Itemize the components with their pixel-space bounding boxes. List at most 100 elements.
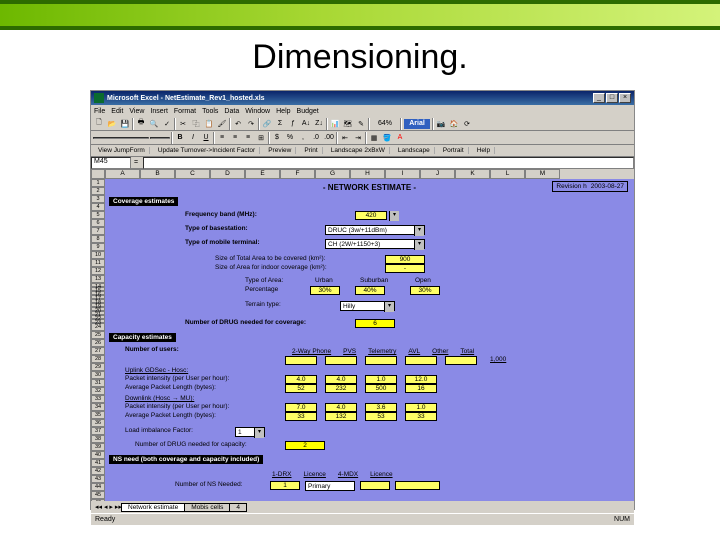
row-8[interactable]: 8 [91,235,105,243]
menu-view[interactable]: View [129,108,144,115]
new-icon[interactable]: 🗋 [93,118,105,130]
worksheet-area[interactable]: - NETWORK ESTIMATE - Revision h2003-08-2… [105,179,634,501]
ct-help[interactable]: Help [473,147,495,154]
row-39[interactable]: 39 [91,443,105,451]
align-right-icon[interactable]: ≡ [242,132,254,144]
row-36[interactable]: 36 [91,419,105,427]
close-button[interactable]: × [619,93,631,103]
dec-decimal-icon[interactable]: .00 [323,132,335,144]
minimize-button[interactable]: _ [593,93,605,103]
font-selector[interactable] [93,137,149,139]
row-44[interactable]: 44 [91,483,105,491]
autosum-icon[interactable]: Σ [274,118,286,130]
ct-land2[interactable]: Landscape 2xBxW [327,147,390,154]
tab-mobis-cells[interactable]: Mobis cells [184,503,230,512]
borders-icon[interactable]: ▦ [368,132,380,144]
dec-indent-icon[interactable]: ⇤ [339,132,351,144]
row-26[interactable]: 26 [91,339,105,347]
menu-data[interactable]: Data [224,108,239,115]
home-icon[interactable]: 🏠 [448,118,460,130]
row-7[interactable]: 7 [91,227,105,235]
row-30[interactable]: 30 [91,371,105,379]
camera-icon[interactable]: 📷 [435,118,447,130]
mt-dropdown[interactable]: CH (2W/+1150+3)▾ [325,239,425,249]
preview-icon[interactable]: 🔍 [148,118,160,130]
col-I[interactable]: I [385,169,420,179]
row-4[interactable]: 4 [91,203,105,211]
save-icon[interactable]: 💾 [119,118,131,130]
menu-file[interactable]: File [94,108,105,115]
align-center-icon[interactable]: ≡ [229,132,241,144]
col-G[interactable]: G [315,169,350,179]
tab-sheet3[interactable]: 4 [229,503,247,512]
menu-insert[interactable]: Insert [150,108,168,115]
row-13[interactable]: 13 [91,275,105,283]
row-34[interactable]: 34 [91,403,105,411]
underline-icon[interactable]: U [200,132,212,144]
cut-icon[interactable]: ✂ [177,118,189,130]
col-E[interactable]: E [245,169,280,179]
row-35[interactable]: 35 [91,411,105,419]
hyperlink-icon[interactable]: 🔗 [261,118,273,130]
bs-dropdown[interactable]: DRUC (3w/+11dBm)▾ [325,225,425,235]
row-11[interactable]: 11 [91,259,105,267]
terrain-dropdown[interactable]: Hilly▾ [340,301,395,311]
format-painter-icon[interactable]: 🖌 [216,118,228,130]
row-46[interactable]: 46 [91,499,105,501]
spell-icon[interactable]: ✓ [161,118,173,130]
drawing-icon[interactable]: ✎ [355,118,367,130]
merge-icon[interactable]: ⊞ [255,132,267,144]
row-9[interactable]: 9 [91,243,105,251]
freq-dropdown-icon[interactable]: ▾ [389,211,399,221]
menu-budget[interactable]: Budget [297,108,319,115]
italic-icon[interactable]: I [187,132,199,144]
ct-update[interactable]: Update Turnover->Incident Factor [154,147,260,154]
print-icon[interactable]: 🖶 [135,118,147,130]
ct-land[interactable]: Landscape [394,147,435,154]
pct-urban[interactable]: 30% [310,286,340,295]
row-41[interactable]: 41 [91,459,105,467]
paste-icon[interactable]: 📋 [203,118,215,130]
fill-color-icon[interactable]: 🪣 [381,132,393,144]
bold-icon[interactable]: B [174,132,186,144]
pct-open[interactable]: 30% [410,286,440,295]
row-32[interactable]: 32 [91,387,105,395]
comma-icon[interactable]: , [297,132,309,144]
ct-jumpform[interactable]: View JumpForm [94,147,150,154]
font-color-icon[interactable]: A [394,132,406,144]
imb-dropdown[interactable]: 1▾ [235,427,265,437]
ns-count[interactable]: 1 [270,481,300,490]
col-M[interactable]: M [525,169,560,179]
inc-decimal-icon[interactable]: .0 [310,132,322,144]
tab-network-estimate[interactable]: Network estimate [121,503,185,512]
row-31[interactable]: 31 [91,379,105,387]
zoom-selector[interactable]: 64% [371,118,399,130]
ns-licence[interactable]: Primary [305,481,355,491]
open-icon[interactable]: 📂 [106,118,118,130]
menu-edit[interactable]: Edit [111,108,123,115]
indoor-field[interactable]: - [385,264,425,273]
row-6[interactable]: 6 [91,219,105,227]
col-K[interactable]: K [455,169,490,179]
redo-icon[interactable]: ↷ [245,118,257,130]
row-24[interactable]: 24 [91,323,105,331]
ct-preview[interactable]: Preview [264,147,296,154]
row-33[interactable]: 33 [91,395,105,403]
copy-icon[interactable]: ⿻ [190,118,202,130]
row-45[interactable]: 45 [91,491,105,499]
row-28[interactable]: 28 [91,355,105,363]
col-L[interactable]: L [490,169,525,179]
row-43[interactable]: 43 [91,475,105,483]
maximize-button[interactable]: □ [606,93,618,103]
ct-print[interactable]: Print [300,147,322,154]
name-box[interactable]: M45 [91,157,131,169]
menu-help[interactable]: Help [276,108,290,115]
row-37[interactable]: 37 [91,427,105,435]
col-B[interactable]: B [140,169,175,179]
inc-indent-icon[interactable]: ⇥ [352,132,364,144]
total-area-field[interactable]: 900 [385,255,425,264]
col-D[interactable]: D [210,169,245,179]
row-12[interactable]: 12 [91,267,105,275]
pct-suburban[interactable]: 40% [355,286,385,295]
percent-icon[interactable]: % [284,132,296,144]
